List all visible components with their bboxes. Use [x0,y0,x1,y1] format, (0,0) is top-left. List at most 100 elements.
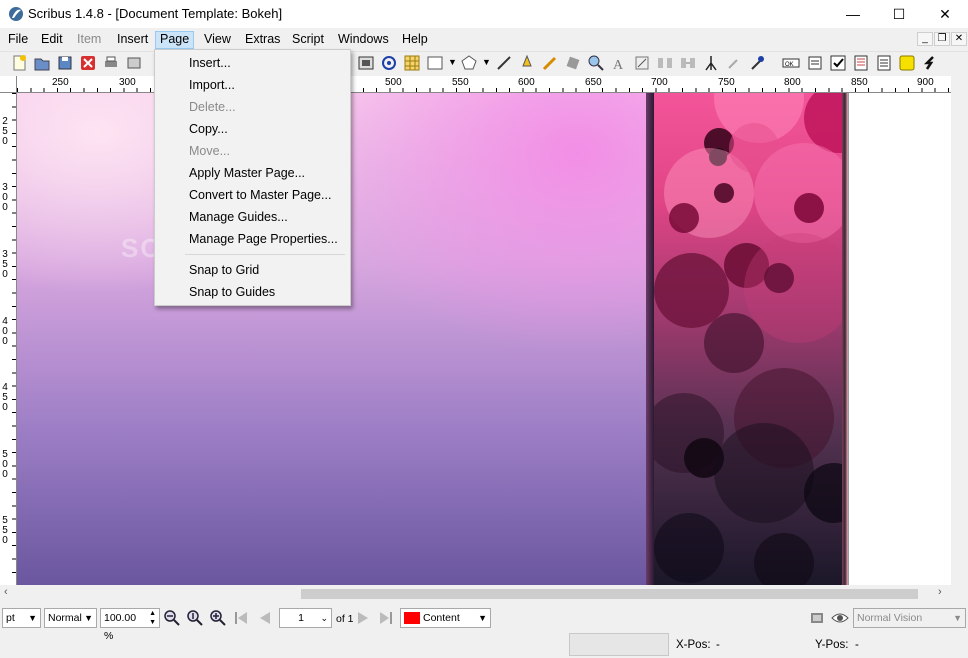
pdf-push-button-icon[interactable]: OK [782,54,800,72]
strip-shadow [646,93,654,585]
rotate-icon[interactable] [564,54,582,72]
page-menu-page-properties[interactable]: Manage Page Properties... [189,230,338,248]
layer-select[interactable]: Content ▼ [400,608,491,628]
bokeh-image-frame[interactable] [654,93,842,585]
ruler-label: 600 [518,77,535,88]
zoom-icon[interactable] [587,54,605,72]
horizontal-scroll-thumb[interactable] [301,589,918,599]
ruler-label: 800 [784,77,801,88]
copy-properties-icon[interactable] [725,54,743,72]
save-icon[interactable] [56,54,74,72]
pdf-combo-box-icon[interactable] [852,54,870,72]
open-folder-icon[interactable] [33,54,51,72]
unit-select[interactable]: pt ▼ [2,608,41,628]
ruler-label: 550 [452,77,469,88]
vision-select[interactable]: Normal Vision ▼ [853,608,966,628]
render-frame-icon[interactable] [380,54,398,72]
polygon-dropdown-arrow-icon[interactable]: ▼ [482,57,491,67]
shape-dropdown-arrow-icon[interactable]: ▼ [448,57,457,67]
edit-contents-icon[interactable]: A [610,54,628,72]
measurements-icon[interactable] [702,54,720,72]
doc-restore-button[interactable]: ❐ [934,32,950,46]
new-document-icon[interactable] [10,54,28,72]
image-frame-icon[interactable] [357,54,375,72]
ruler-label: 700 [651,77,668,88]
menu-edit[interactable]: Edit [37,31,67,49]
pdf-checkbox-icon[interactable] [829,54,847,72]
eye-icon[interactable] [831,609,849,627]
close-document-icon[interactable] [79,54,97,72]
maximize-button[interactable]: ☐ [876,0,922,28]
status-message-field [569,633,669,656]
menu-script[interactable]: Script [288,31,328,49]
ruler-label: 400 [2,316,8,347]
zoom-in-icon[interactable] [209,609,227,627]
ruler-label: 250 [52,77,69,88]
menu-insert[interactable]: Insert [113,31,152,49]
page-menu-import[interactable]: Import... [189,76,235,94]
chevron-down-icon: ▼ [28,613,37,623]
menu-extras[interactable]: Extras [241,31,284,49]
bezier-icon[interactable] [518,54,536,72]
ruler-label: 750 [718,77,735,88]
first-page-icon[interactable] [232,609,250,627]
page-menu-snap-guides[interactable]: Snap to Guides [189,283,275,301]
print-icon[interactable] [102,54,120,72]
close-button[interactable]: ✕ [922,0,968,28]
preview-mode-icon[interactable] [809,609,827,627]
zoom-out-icon[interactable] [163,609,181,627]
vertical-ruler[interactable]: 250 300 350 400 450 500 550 [0,93,17,585]
pdf-text-field-icon[interactable] [806,54,824,72]
menu-windows[interactable]: Windows [334,31,393,49]
page-menu-move[interactable]: Move... [189,142,230,160]
freehand-line-icon[interactable] [541,54,559,72]
link-annotation-icon[interactable] [921,54,939,72]
page-menu-convert-master[interactable]: Convert to Master Page... [189,186,331,204]
scroll-right-icon[interactable]: › [938,586,942,598]
layer-color-swatch [404,612,420,624]
menu-separator [185,254,345,255]
table-icon[interactable] [403,54,421,72]
page-menu-snap-grid[interactable]: Snap to Grid [189,261,259,279]
minimize-button[interactable]: — [830,0,876,28]
zoom-100-icon[interactable] [186,609,204,627]
page-menu-copy[interactable]: Copy... [189,120,228,138]
pdf-list-box-icon[interactable] [875,54,893,72]
menu-page[interactable]: Page [155,31,195,49]
text-annotation-icon[interactable] [898,54,916,72]
unlink-frames-icon[interactable] [679,54,697,72]
next-page-icon[interactable] [354,609,372,627]
page-menu-insert[interactable]: Insert... [189,54,231,72]
eyedropper-icon[interactable] [748,54,766,72]
ruler-label: 450 [2,382,8,413]
link-frames-icon[interactable] [656,54,674,72]
edit-text-icon[interactable] [633,54,651,72]
page-number-select[interactable]: 1 ⌄ [279,608,332,628]
page-margin-line [848,93,849,585]
ruler-label: 650 [585,77,602,88]
vertical-scrollbar[interactable] [951,93,968,585]
menu-file[interactable]: File [4,31,32,49]
shape-icon[interactable] [426,54,444,72]
last-page-icon[interactable] [377,609,395,627]
preflight-icon[interactable] [125,54,143,72]
page-menu-apply-master[interactable]: Apply Master Page... [189,164,305,182]
page-menu-dropdown: Insert... Import... Delete... Copy... Mo… [154,49,351,306]
menu-item[interactable]: Item [73,31,105,49]
menu-help[interactable]: Help [398,31,432,49]
page-menu-delete[interactable]: Delete... [189,98,236,116]
polygon-icon[interactable] [460,54,478,72]
spinner-icon: ▲ ▼ [149,610,156,626]
doc-close-button[interactable]: ✕ [951,32,967,46]
menu-view[interactable]: View [200,31,235,49]
page-menu-manage-guides[interactable]: Manage Guides... [189,208,288,226]
ruler-label: 550 [2,515,8,546]
zoom-field[interactable]: 100.00 % ▲ ▼ [100,608,160,642]
scroll-left-icon[interactable]: ‹ [4,586,8,598]
previous-page-icon[interactable] [256,609,274,627]
preview-quality-select[interactable]: Normal ▼ [44,608,97,628]
scribus-logo-icon [9,7,23,21]
doc-minimize-button[interactable]: _ [917,32,933,46]
ruler-label: 850 [851,77,868,88]
line-icon[interactable] [495,54,513,72]
